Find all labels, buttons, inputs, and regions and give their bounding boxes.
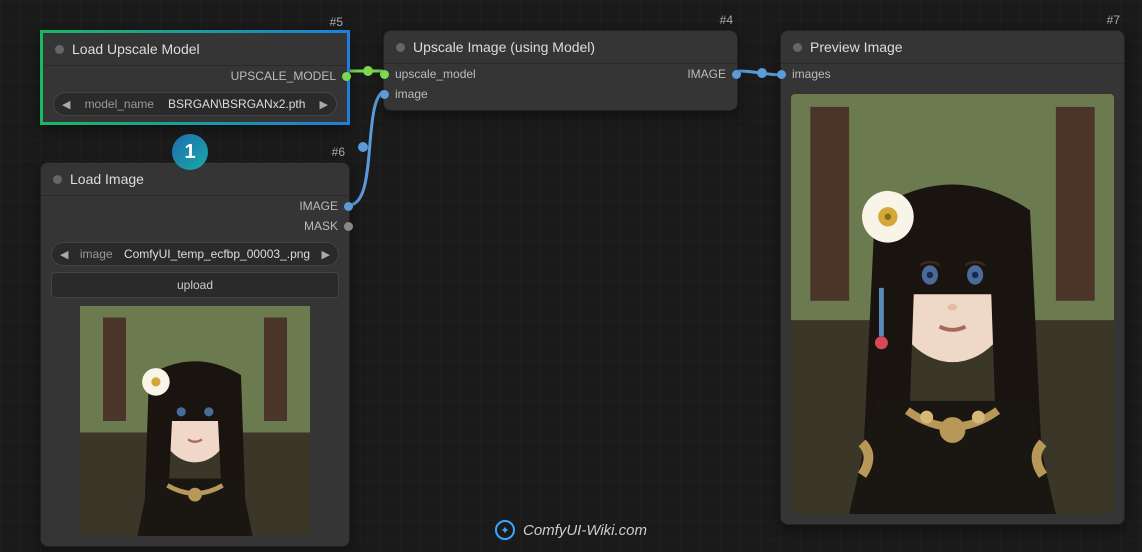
link-midpoint-icon	[363, 66, 373, 76]
node-id-label: #7	[1107, 13, 1120, 27]
node-id-label: #4	[720, 13, 733, 27]
node-id-label: #5	[330, 15, 343, 29]
annotation-badge-1: 1	[172, 134, 208, 170]
node-title: Preview Image	[810, 39, 903, 55]
port-dot-icon[interactable]	[342, 72, 351, 81]
port-dot-icon[interactable]	[777, 70, 786, 79]
port-dot-icon[interactable]	[732, 70, 741, 79]
chevron-left-icon[interactable]: ◀	[60, 248, 68, 261]
widget-label: image	[80, 247, 113, 261]
port-label: UPSCALE_MODEL	[231, 69, 336, 83]
port-label: IMAGE	[687, 67, 726, 81]
output-port-image[interactable]: IMAGE	[41, 196, 349, 216]
link-midpoint-icon	[757, 68, 767, 78]
image-thumbnail	[51, 306, 339, 536]
node-title: Load Upscale Model	[72, 41, 200, 57]
portrait-preview-icon	[791, 94, 1114, 514]
port-dot-icon[interactable]	[344, 202, 353, 211]
widget-value: ComfyUI_temp_ecfbp_00003_.png	[124, 247, 310, 261]
watermark-logo-icon: ✦	[495, 520, 515, 540]
watermark: ✦ ComfyUI-Wiki.com	[495, 520, 647, 540]
node-load-image[interactable]: #6 Load Image IMAGE MASK ◀ image ComfyUI…	[40, 162, 350, 547]
output-port-image[interactable]: IMAGE	[677, 64, 737, 84]
widget-image-file[interactable]: ◀ image ComfyUI_temp_ecfbp_00003_.png ▶	[51, 242, 339, 266]
input-port-images[interactable]: images	[781, 64, 1124, 84]
node-id-label: #6	[332, 145, 345, 159]
link-midpoint-icon	[358, 142, 368, 152]
node-load-upscale-model[interactable]: #5 Load Upscale Model UPSCALE_MODEL ◀ mo…	[40, 30, 350, 125]
widget-model-name[interactable]: ◀ model_name BSRGAN\BSRGANx2.pth ▶	[53, 92, 337, 116]
output-port-upscale-model[interactable]: UPSCALE_MODEL	[43, 66, 347, 86]
node-header[interactable]: Preview Image	[781, 31, 1124, 64]
port-dot-icon[interactable]	[380, 70, 389, 79]
port-label: IMAGE	[299, 199, 338, 213]
portrait-thumbnail-icon	[80, 306, 310, 536]
node-title: Load Image	[70, 171, 144, 187]
input-port-upscale-model[interactable]: upscale_model	[384, 64, 677, 84]
port-dot-icon[interactable]	[380, 90, 389, 99]
preview-image-output	[791, 94, 1114, 514]
node-title: Upscale Image (using Model)	[413, 39, 595, 55]
widget-label: model_name	[85, 97, 154, 111]
chevron-right-icon[interactable]: ▶	[320, 98, 328, 111]
collapse-icon[interactable]	[53, 175, 62, 184]
input-port-image[interactable]: image	[384, 84, 677, 104]
output-port-mask[interactable]: MASK	[41, 216, 349, 236]
collapse-icon[interactable]	[396, 43, 405, 52]
node-header[interactable]: Load Upscale Model	[43, 33, 347, 66]
chevron-right-icon[interactable]: ▶	[322, 248, 330, 261]
node-header[interactable]: Upscale Image (using Model)	[384, 31, 737, 64]
upload-button[interactable]: upload	[51, 272, 339, 298]
port-label: image	[395, 87, 428, 101]
port-dot-icon[interactable]	[344, 222, 353, 231]
chevron-left-icon[interactable]: ◀	[62, 98, 70, 111]
widget-value: BSRGAN\BSRGANx2.pth	[168, 97, 305, 111]
collapse-icon[interactable]	[55, 45, 64, 54]
collapse-icon[interactable]	[793, 43, 802, 52]
port-label: MASK	[304, 219, 338, 233]
node-upscale-image[interactable]: #4 Upscale Image (using Model) upscale_m…	[383, 30, 738, 111]
port-label: images	[792, 67, 831, 81]
port-label: upscale_model	[395, 67, 476, 81]
watermark-text: ComfyUI-Wiki.com	[523, 522, 647, 539]
node-preview-image[interactable]: #7 Preview Image images	[780, 30, 1125, 525]
